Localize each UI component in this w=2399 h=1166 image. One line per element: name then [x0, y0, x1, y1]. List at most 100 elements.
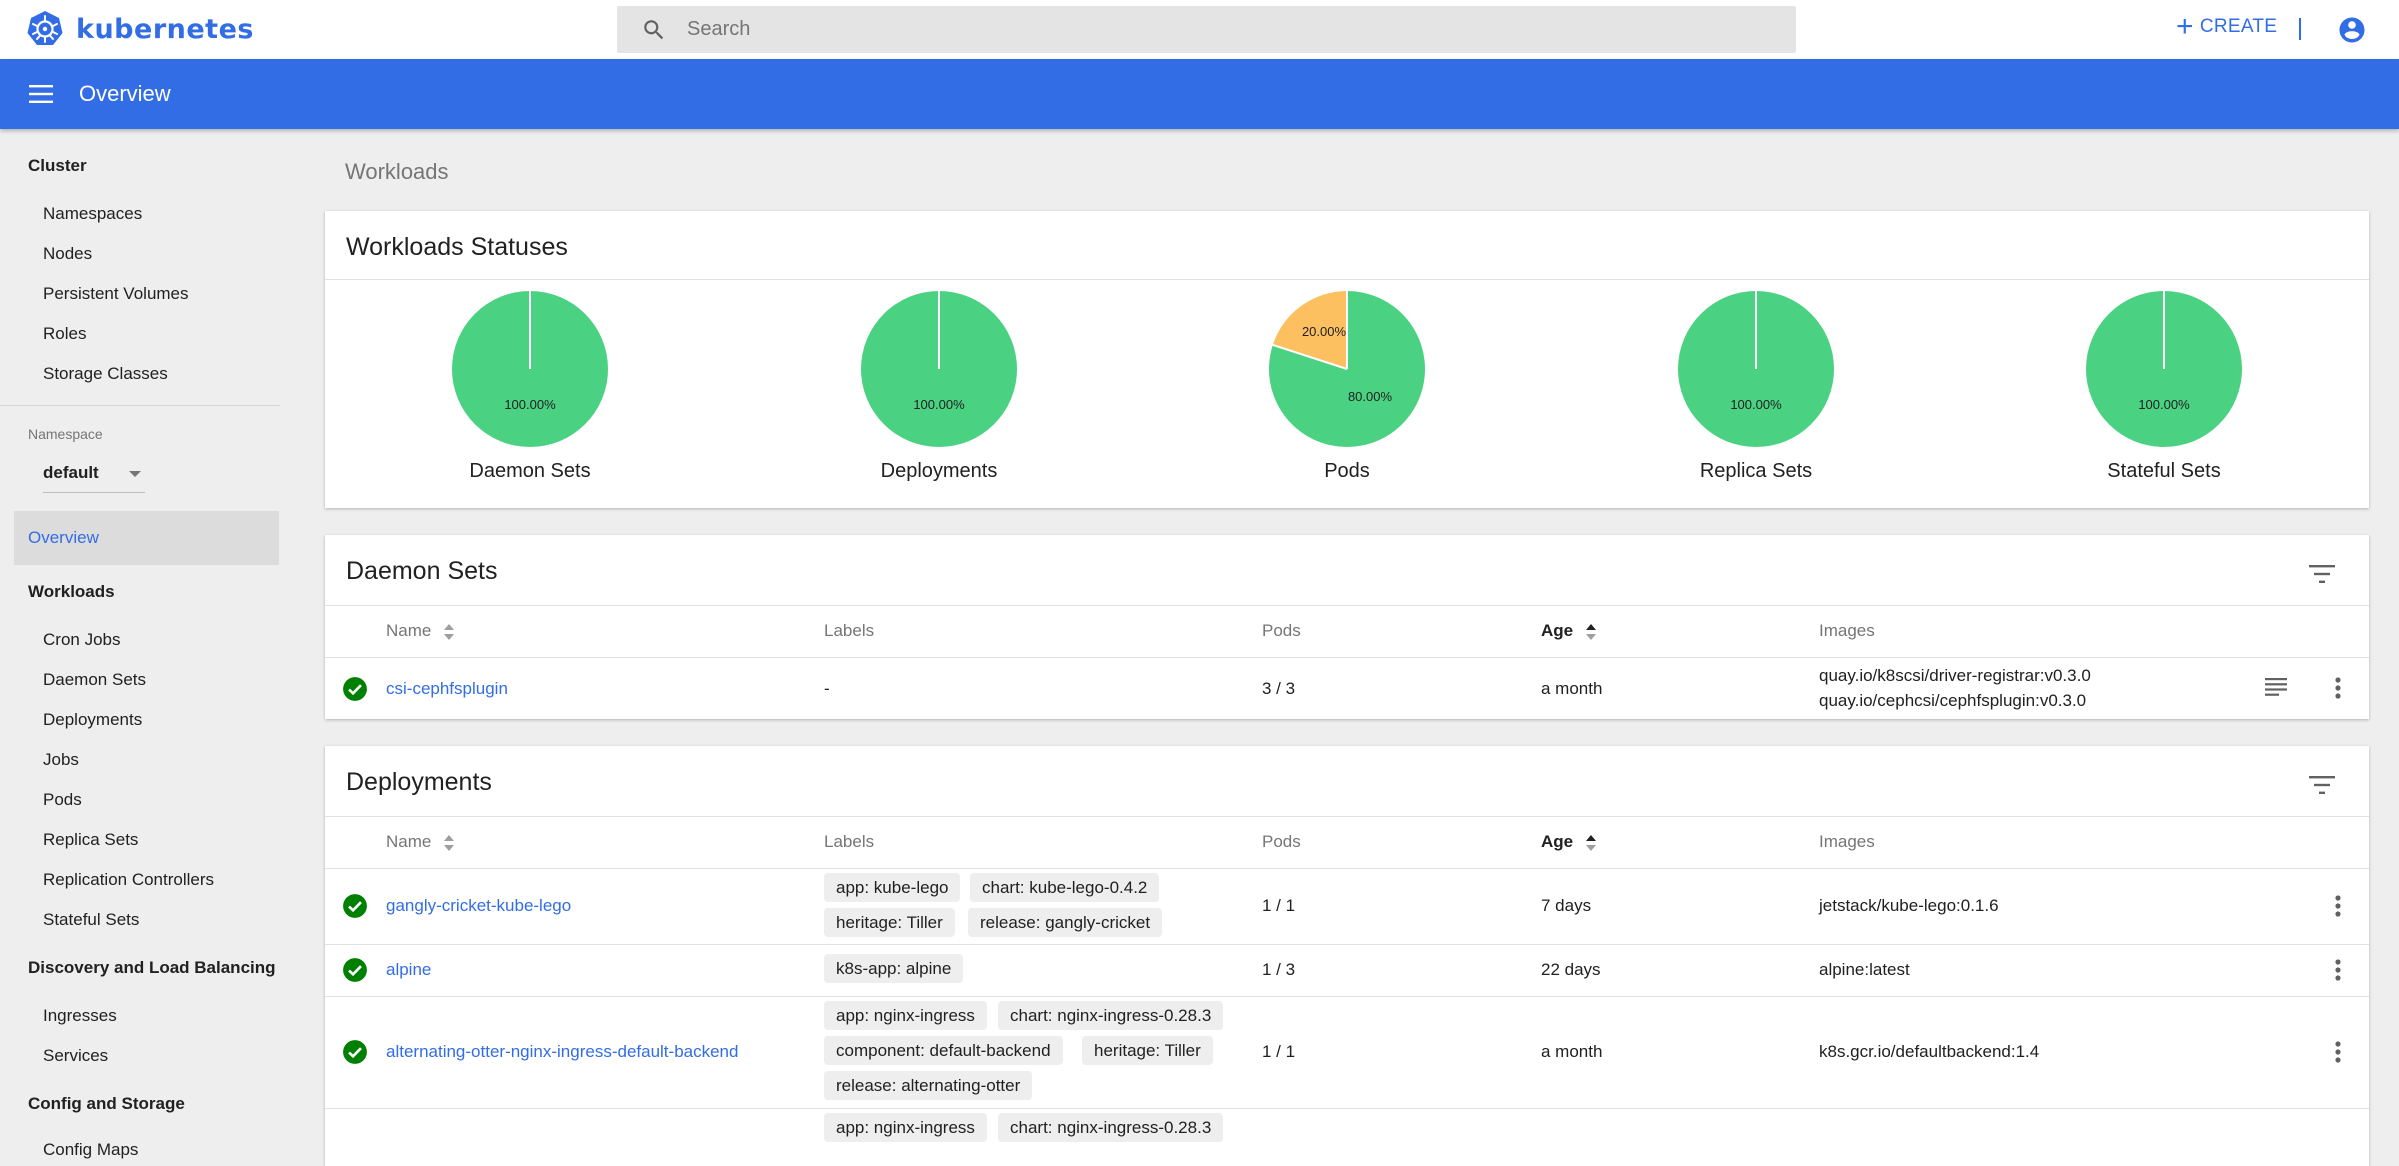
row-image: alpine:latest [1819, 960, 1910, 979]
row-name-link[interactable]: alpine [386, 960, 431, 980]
label-chip: chart: nginx-ingress-0.28.3 [998, 1113, 1224, 1142]
row-age: 7 days [1541, 896, 1592, 915]
pie-data-label-running: 100.00% [2138, 397, 2190, 412]
sort-icon [1585, 834, 1596, 851]
sidebar-item-storage-classes[interactable]: Storage Classes [43, 364, 168, 384]
sidebar-item-ingresses[interactable]: Ingresses [43, 1006, 117, 1026]
label-chip: k8s-app: alpine [824, 954, 964, 983]
card-divider [325, 868, 2369, 869]
pie-data-label-running: 80.00% [1348, 389, 1393, 404]
label-chip: release: gangly-cricket [968, 908, 1163, 937]
account-button[interactable] [2337, 15, 2367, 50]
row-age: 22 days [1541, 960, 1601, 979]
sidebar-item-overview[interactable]: Overview [14, 511, 279, 565]
card-divider [325, 279, 2369, 280]
column-age-label: Age [1541, 832, 1574, 851]
page-header: Overview [0, 59, 2399, 129]
row-age: a month [1541, 679, 1603, 698]
topbar-divider [2299, 18, 2301, 40]
sidebar-section-cluster[interactable]: Cluster [28, 156, 87, 176]
sidebar-item-cron-jobs[interactable]: Cron Jobs [43, 630, 120, 650]
namespace-value: default [43, 463, 99, 482]
dropdown-arrow-icon [129, 471, 141, 477]
namespace-label: Namespace [28, 426, 103, 442]
sidebar-item-nodes[interactable]: Nodes [43, 244, 92, 264]
row-pods: 3 / 3 [1262, 679, 1296, 698]
pie-chart-label: Pods [1324, 460, 1370, 482]
row-name-link[interactable]: alternating-otter-nginx-ingress-default-… [386, 1042, 738, 1062]
column-header-pods: Pods [1262, 621, 1301, 640]
row-name-link[interactable]: gangly-cricket-kube-lego [386, 896, 571, 916]
status-chart: 100.00% Stateful Sets [2064, 289, 2264, 483]
sidebar-item-persistent-volumes[interactable]: Persistent Volumes [43, 284, 189, 304]
sidebar-section-config[interactable]: Config and Storage [28, 1094, 185, 1114]
menu-button[interactable] [29, 85, 53, 108]
label-chip: app: nginx-ingress [824, 1113, 987, 1142]
pie-chart: 80.00% 20.00% [1269, 291, 1425, 447]
column-header-name[interactable]: Name [386, 832, 455, 852]
sidebar-item-services[interactable]: Services [43, 1046, 108, 1066]
pie-chart-label: Deployments [880, 460, 998, 482]
search-input[interactable] [687, 18, 1687, 41]
more-vert-icon[interactable] [2335, 959, 2341, 981]
sort-icon [444, 623, 455, 640]
row-image: quay.io/cephcsi/cephfsplugin:v0.3.0 [1819, 691, 2087, 710]
more-vert-icon[interactable] [2335, 677, 2341, 699]
status-chart: 100.00% Daemon Sets [430, 289, 630, 483]
sidebar-item-deployments[interactable]: Deployments [43, 710, 142, 730]
row-divider [325, 996, 2369, 997]
sidebar-item-overview-label: Overview [28, 528, 99, 547]
sidebar-item-pods[interactable]: Pods [43, 790, 82, 810]
column-age-label: Age [1541, 621, 1574, 640]
label-chip: chart: kube-lego-0.4.2 [970, 873, 1160, 902]
row-name-link[interactable]: csi-cephfsplugin [386, 679, 508, 699]
row-divider [325, 1108, 2369, 1109]
pie-chart: 100.00% [861, 291, 1017, 447]
row-pods: 1 / 1 [1262, 896, 1296, 915]
column-header-age[interactable]: Age [1541, 832, 1596, 852]
sort-icon [444, 834, 455, 851]
row-pods: 1 / 1 [1262, 1042, 1296, 1061]
namespace-select[interactable]: default [43, 463, 145, 493]
search-bar[interactable] [617, 6, 1796, 53]
column-header-name[interactable]: Name [386, 621, 455, 641]
check-circle-icon [343, 1040, 367, 1064]
brand[interactable]: kubernetes [26, 10, 254, 48]
column-header-images: Images [1819, 832, 1875, 851]
more-vert-icon[interactable] [2335, 895, 2341, 917]
row-image: jetstack/kube-lego:0.1.6 [1819, 896, 1999, 915]
sidebar-item-stateful-sets[interactable]: Stateful Sets [43, 910, 139, 930]
sidebar-item-replica-sets[interactable]: Replica Sets [43, 830, 138, 850]
label-chip: chart: nginx-ingress-0.28.3 [998, 1001, 1224, 1030]
account-circle-icon [2339, 17, 2365, 43]
sidebar-item-namespaces[interactable]: Namespaces [43, 204, 142, 224]
sidebar-item-daemon-sets[interactable]: Daemon Sets [43, 670, 146, 690]
pie-chart: 100.00% [452, 291, 608, 447]
label-chip: release: alternating-otter [824, 1071, 1033, 1100]
sidebar-item-config-maps[interactable]: Config Maps [43, 1140, 138, 1160]
filter-icon[interactable] [2309, 775, 2335, 795]
brand-name: kubernetes [76, 13, 254, 45]
pie-chart: 100.00% [1678, 291, 1834, 447]
sidebar-section-discovery[interactable]: Discovery and Load Balancing [28, 958, 276, 978]
card-divider [325, 657, 2369, 658]
filter-icon[interactable] [2309, 564, 2335, 584]
column-header-images: Images [1819, 621, 1875, 640]
check-circle-icon [343, 894, 367, 918]
card-title: Daemon Sets [346, 557, 498, 585]
sidebar-item-replication-controllers[interactable]: Replication Controllers [43, 870, 214, 890]
sidebar-item-jobs[interactable]: Jobs [43, 750, 79, 770]
row-image: quay.io/k8scsi/driver-registrar:v0.3.0 [1819, 666, 2091, 685]
status-chart: 100.00% Deployments [839, 289, 1039, 483]
sidebar-divider [0, 405, 280, 406]
row-divider [325, 944, 2369, 945]
row-labels: - [824, 679, 830, 698]
column-header-labels: Labels [824, 832, 875, 851]
more-vert-icon[interactable] [2335, 1041, 2341, 1063]
create-button[interactable]: + CREATE [2176, 12, 2277, 42]
column-header-age[interactable]: Age [1541, 621, 1596, 641]
pie-data-label-running: 100.00% [504, 397, 556, 412]
sidebar-item-roles[interactable]: Roles [43, 324, 86, 344]
logs-icon[interactable] [2265, 678, 2287, 696]
sidebar-section-workloads[interactable]: Workloads [28, 582, 115, 602]
